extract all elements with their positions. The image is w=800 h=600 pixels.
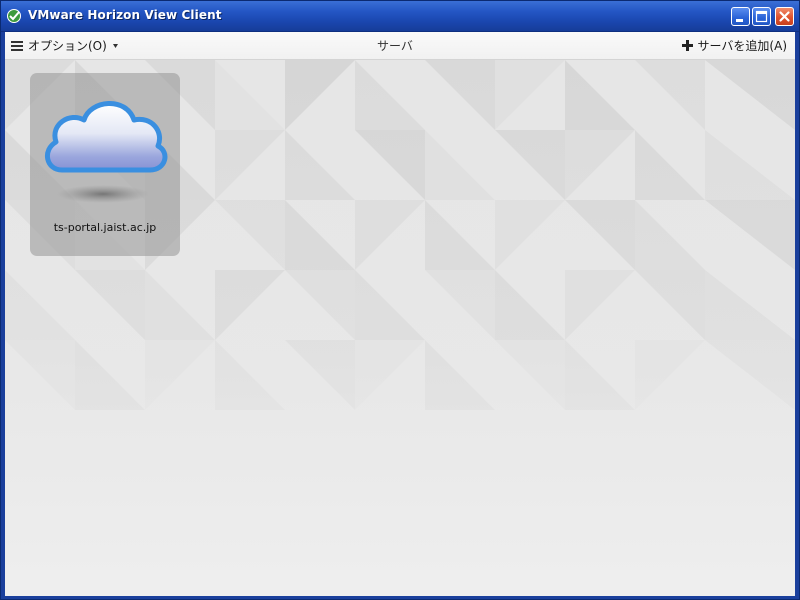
options-menu-button[interactable]: オプション(O) xyxy=(11,37,118,54)
add-server-button[interactable]: サーバを追加(A) xyxy=(681,37,787,54)
toolbar: オプション(O) サーバ サーバを追加(A) xyxy=(5,32,795,60)
chevron-down-icon xyxy=(112,43,118,48)
title-bar[interactable]: VMware Horizon View Client xyxy=(1,1,799,32)
add-server-label: サーバを追加(A) xyxy=(697,39,787,53)
maximize-icon xyxy=(755,10,768,23)
maximize-button[interactable] xyxy=(752,7,771,26)
plus-icon xyxy=(681,40,693,51)
app-window: VMware Horizon View Client オプション(O) サーバ … xyxy=(0,0,800,600)
hamburger-menu-icon xyxy=(11,40,23,51)
minimize-icon xyxy=(736,19,743,22)
vmware-app-icon xyxy=(6,7,24,25)
window-title: VMware Horizon View Client xyxy=(28,8,222,22)
close-icon xyxy=(779,11,790,22)
server-name: ts-portal.jaist.ac.jp xyxy=(53,221,157,234)
server-list-area: ts-portal.jaist.ac.jp xyxy=(5,60,795,596)
options-menu-label: オプション(O) xyxy=(28,39,107,53)
close-button[interactable] xyxy=(775,7,794,26)
cloud-icon xyxy=(45,101,168,203)
page-title: サーバ xyxy=(377,39,413,53)
client-area: オプション(O) サーバ サーバを追加(A) ts-portal.jaist.a… xyxy=(5,32,795,596)
server-tile[interactable]: ts-portal.jaist.ac.jp xyxy=(30,73,180,256)
minimize-button[interactable] xyxy=(731,7,750,26)
